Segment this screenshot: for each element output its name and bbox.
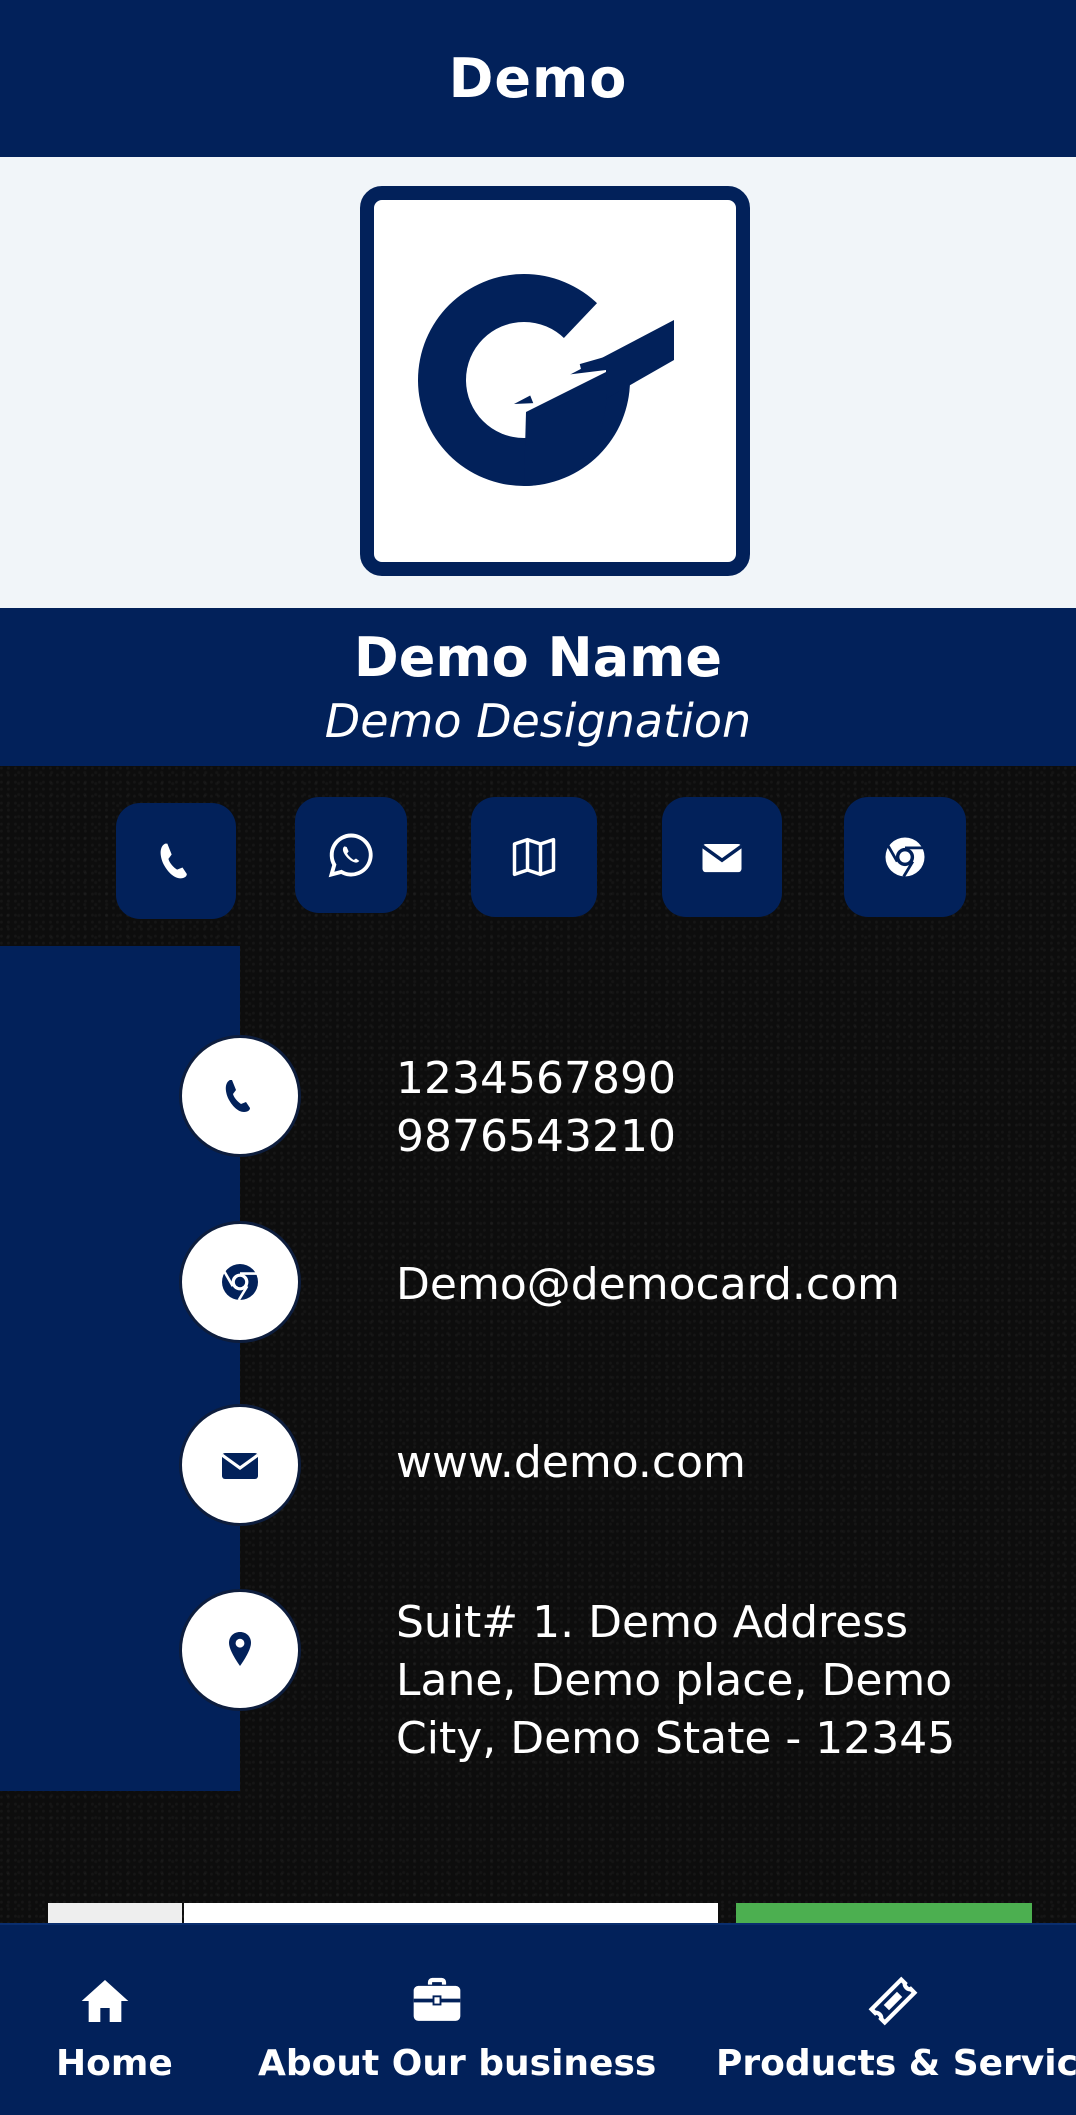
person-designation: Demo Designation [324, 694, 752, 748]
chrome-icon [885, 837, 925, 878]
digital-business-card: Demo Demo Name Demo Designation 12345678… [0, 0, 1076, 2115]
home-icon [81, 1980, 129, 2022]
country-code-select[interactable] [48, 1903, 182, 1923]
envelope-icon [221, 1453, 259, 1479]
phone-icon [225, 1080, 250, 1112]
nav-products-label: Products & Services [716, 2043, 1076, 2084]
g-logo-icon [418, 274, 674, 486]
postal-address[interactable]: Suit# 1. Demo Address Lane, Demo place, … [396, 1594, 1016, 1768]
app-header: Demo [0, 0, 1076, 157]
whatsapp-icon [328, 833, 373, 878]
nav-about-label: About Our business [258, 2043, 657, 2084]
nav-home-label: Home [56, 2043, 173, 2084]
email-address[interactable]: Demo@democard.com [396, 1256, 1036, 1314]
nav-products-services[interactable]: Products & Services [712, 1925, 1076, 2115]
map-icon [512, 837, 556, 877]
nav-home[interactable]: Home [40, 1925, 190, 2115]
nav-about-business[interactable]: About Our business [250, 1925, 656, 2115]
whatsapp-number-input[interactable] [184, 1903, 718, 1923]
bottom-navigation: Home About Our business Products & Servi… [0, 1923, 1076, 2115]
phone-info-icon-badge[interactable] [182, 1038, 298, 1154]
website-info-icon-badge[interactable] [182, 1407, 298, 1523]
logo-section [0, 157, 1076, 608]
person-name: Demo Name [353, 626, 723, 689]
phone-icon [160, 843, 187, 879]
map-action-button[interactable] [471, 797, 597, 917]
envelope-icon [701, 844, 743, 873]
call-action-button[interactable] [116, 803, 236, 919]
ticket-icon [868, 1976, 918, 2026]
send-button[interactable] [736, 1903, 1032, 1923]
whatsapp-action-button[interactable] [295, 797, 407, 913]
chrome-icon [222, 1264, 258, 1301]
website-url[interactable]: www.demo.com [396, 1434, 1036, 1492]
email-info-icon-badge[interactable] [182, 1224, 298, 1340]
location-pin-icon [229, 1632, 251, 1666]
phone-number-primary[interactable]: 1234567890 [396, 1050, 1036, 1108]
website-action-button[interactable] [844, 797, 966, 917]
phone-number-secondary[interactable]: 9876543210 [396, 1108, 1036, 1166]
profile-header: Demo Name Demo Designation [0, 608, 1076, 766]
company-logo [360, 186, 750, 576]
briefcase-icon [413, 1977, 461, 2021]
address-info-icon-badge[interactable] [182, 1592, 298, 1708]
page-title: Demo [448, 47, 628, 110]
email-action-button[interactable] [662, 797, 782, 917]
phone-numbers: 1234567890 9876543210 [396, 1050, 1036, 1166]
